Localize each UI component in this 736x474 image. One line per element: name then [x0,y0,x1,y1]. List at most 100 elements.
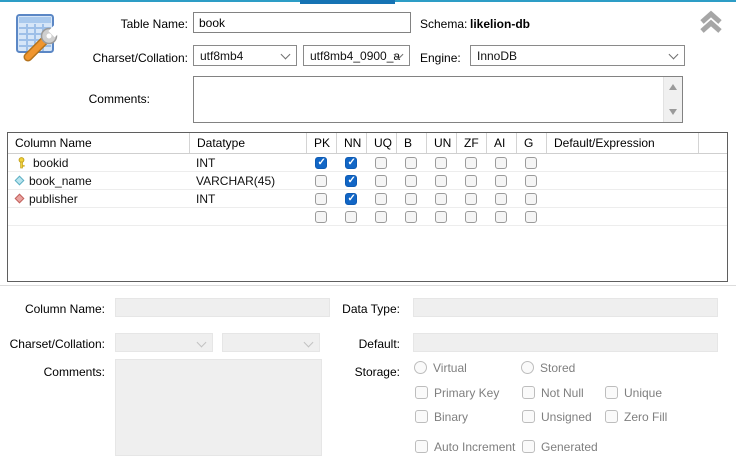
engine-select[interactable]: InnoDB [470,45,685,66]
columns-grid-header: Column Name Datatype PK NN UQ B UN ZF AI… [8,133,727,154]
column-name-cell[interactable]: publisher [8,192,189,206]
pk-checkbox[interactable] [315,193,327,205]
columns-grid: Column Name Datatype PK NN UQ B UN ZF AI… [7,132,728,282]
column-header-default-expression[interactable]: Default/Expression [546,133,698,153]
column-header-name[interactable]: Column Name [8,133,189,153]
table-row[interactable]: publisherINT [8,190,727,208]
scroll-up-icon[interactable] [669,84,677,90]
column-header-un[interactable]: UN [426,133,456,153]
un-checkbox[interactable] [435,157,447,169]
table-row[interactable]: book_nameVARCHAR(45) [8,172,727,190]
pk-checkbox[interactable] [315,175,327,187]
detail-default-input [413,333,718,352]
g-checkbox[interactable] [525,157,537,169]
zf-checkbox[interactable] [465,211,477,223]
b-checkbox[interactable] [405,193,417,205]
panel-divider [0,285,736,286]
b-checkbox[interactable] [405,175,417,187]
column-header-uq[interactable]: UQ [366,133,396,153]
ai-checkbox[interactable] [495,175,507,187]
diamond-blue-icon [15,176,25,186]
primary-key-label: Primary Key [434,386,499,401]
uq-checkbox[interactable] [375,193,387,205]
flag-cell-g [516,211,546,223]
generated-label: Generated [541,440,598,455]
uq-checkbox[interactable] [375,175,387,187]
un-checkbox[interactable] [435,193,447,205]
flag-cell-uq [366,211,396,223]
scroll-down-icon[interactable] [669,109,677,115]
table-comments-textarea[interactable] [193,76,683,123]
b-checkbox[interactable] [405,157,417,169]
datatype-cell[interactable]: VARCHAR(45) [189,174,306,188]
table-comments-label: Comments: [60,92,150,107]
nn-checkbox[interactable] [345,211,357,223]
column-header-zf[interactable]: ZF [456,133,486,153]
nn-checkbox[interactable] [345,175,357,187]
flag-cell-pk [306,193,336,205]
zf-checkbox[interactable] [465,193,477,205]
auto-increment-checkbox [415,440,428,453]
chevron-down-icon [669,50,679,60]
pk-checkbox[interactable] [315,157,327,169]
binary-label: Binary [434,410,468,425]
detail-data-type-label: Data Type: [300,302,400,317]
table-name-input[interactable] [193,12,411,33]
chevron-down-icon [197,338,207,348]
table-name-label: Table Name: [40,17,188,32]
storage-virtual-radio [414,361,427,374]
ai-checkbox[interactable] [495,193,507,205]
ai-checkbox[interactable] [495,211,507,223]
flag-cell-g [516,193,546,205]
scrollbar[interactable] [663,77,682,122]
uq-checkbox[interactable] [375,211,387,223]
g-checkbox[interactable] [525,175,537,187]
g-checkbox[interactable] [525,193,537,205]
flag-cell-b [396,157,426,169]
column-header-pk[interactable]: PK [306,133,336,153]
flag-cell-g [516,157,546,169]
binary-checkbox [415,410,428,423]
storage-stored-label: Stored [540,361,575,376]
zero-fill-label: Zero Fill [624,410,667,425]
flag-cell-un [426,193,456,205]
auto-increment-label: Auto Increment [434,440,515,455]
key-icon [16,157,27,169]
b-checkbox[interactable] [405,211,417,223]
datatype-cell[interactable]: INT [189,156,306,170]
flag-cell-zf [456,175,486,187]
column-header-b[interactable]: B [396,133,426,153]
pk-checkbox[interactable] [315,211,327,223]
ai-checkbox[interactable] [495,157,507,169]
zf-checkbox[interactable] [465,157,477,169]
table-row[interactable] [8,208,727,226]
charset-select[interactable]: utf8mb4 [193,45,297,66]
un-checkbox[interactable] [435,175,447,187]
g-checkbox[interactable] [525,211,537,223]
column-name-cell[interactable]: bookid [8,156,189,170]
flag-cell-ai [486,193,516,205]
detail-charset-select [115,333,213,352]
un-checkbox[interactable] [435,211,447,223]
flag-cell-un [426,211,456,223]
flag-cell-ai [486,211,516,223]
column-header-ai[interactable]: AI [486,133,516,153]
detail-column-name-input [115,298,330,317]
column-name-cell[interactable]: book_name [8,174,189,188]
generated-checkbox [522,440,535,453]
uq-checkbox[interactable] [375,157,387,169]
collapse-panel-button[interactable] [698,9,724,35]
flag-cell-uq [366,157,396,169]
column-header-g[interactable]: G [516,133,546,153]
nn-checkbox[interactable] [345,193,357,205]
column-header-datatype[interactable]: Datatype [189,133,306,153]
collation-select[interactable]: utf8mb4_0900_a [303,45,410,66]
flag-cell-nn [336,157,366,169]
zf-checkbox[interactable] [465,175,477,187]
column-header-nn[interactable]: NN [336,133,366,153]
flag-cell-uq [366,175,396,187]
datatype-cell[interactable]: INT [189,192,306,206]
nn-checkbox[interactable] [345,157,357,169]
table-row[interactable]: bookidINT [8,154,727,172]
detail-default-label: Default: [300,337,400,352]
